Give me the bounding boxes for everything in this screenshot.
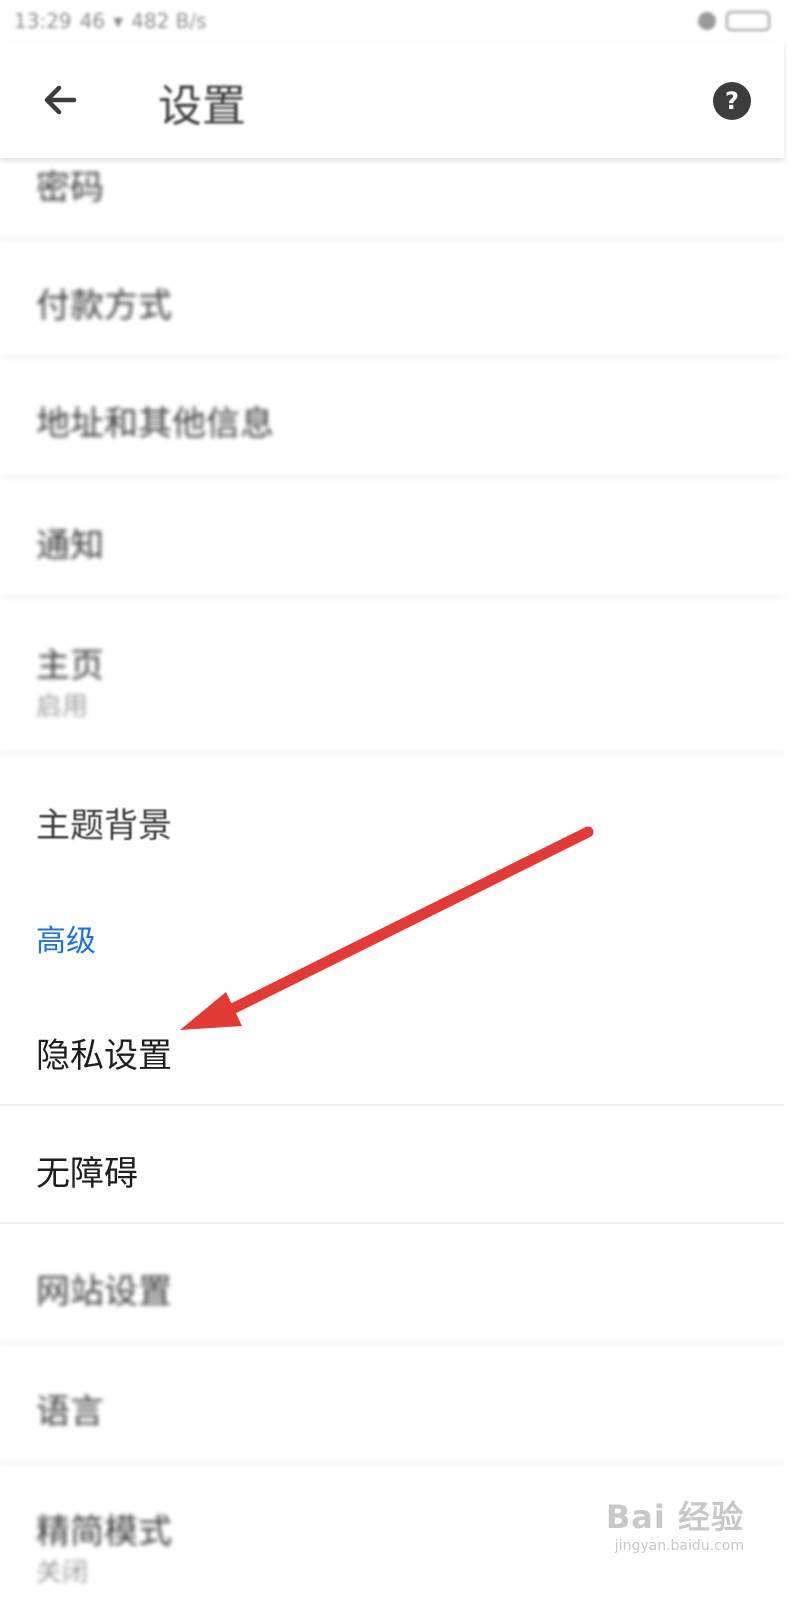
svg-text:?: ? <box>725 87 739 115</box>
arrow-left-icon <box>44 85 77 115</box>
section-header-advanced: 高级 <box>36 924 96 959</box>
settings-item-label: 无障碍 <box>36 1154 138 1194</box>
battery-icon <box>726 11 770 31</box>
settings-item-notifications[interactable]: 通知 <box>0 478 784 598</box>
settings-item-label: 主页 <box>36 646 104 686</box>
watermark: Bai 经验 jingyan.baidu.com <box>606 1492 744 1554</box>
status-time: 13:29 <box>14 9 72 33</box>
app-toolbar: 设置 ? <box>0 42 784 158</box>
status-network: 46 <box>79 9 106 33</box>
wifi-icon: ▾ <box>113 9 124 33</box>
settings-item-label: 密码 <box>36 168 104 208</box>
settings-item-label: 语言 <box>36 1392 104 1432</box>
settings-item-password[interactable]: 密码 <box>0 158 784 240</box>
settings-item-label: 精简模式 <box>36 1512 172 1552</box>
settings-item-label: 隐私设置 <box>36 1036 172 1076</box>
settings-item-status: 关闭 <box>36 1558 89 1588</box>
help-button[interactable]: ? <box>711 80 753 122</box>
settings-item-address[interactable]: 地址和其他信息 <box>0 358 784 478</box>
settings-item-label: 地址和其他信息 <box>36 404 274 444</box>
watermark-logo: Bai 经验 <box>605 1498 744 1536</box>
settings-item-payment[interactable]: 付款方式 <box>0 240 784 358</box>
settings-item-site-settings[interactable]: 网站设置 <box>0 1224 784 1344</box>
settings-item-homepage[interactable]: 主页 启用 <box>0 598 784 754</box>
settings-item-accessibility[interactable]: 无障碍 <box>0 1106 784 1224</box>
status-speed: 482 B/s <box>131 9 207 33</box>
back-button[interactable] <box>34 74 86 126</box>
watermark-url: jingyan.baidu.com <box>614 1538 744 1554</box>
settings-item-language[interactable]: 语言 <box>0 1344 784 1464</box>
settings-item-status: 启用 <box>36 692 89 722</box>
settings-item-label: 网站设置 <box>36 1272 172 1312</box>
alarm-icon <box>698 12 716 30</box>
settings-item-label: 通知 <box>36 526 104 566</box>
page-title: 设置 <box>158 81 246 132</box>
status-bar: 13:29 46 ▾ 482 B/s <box>0 0 784 42</box>
help-circle-icon: ? <box>713 82 751 120</box>
settings-item-label: 主题背景 <box>36 806 172 846</box>
settings-item-privacy[interactable]: 隐私设置 <box>0 988 784 1106</box>
settings-item-label: 付款方式 <box>36 286 172 326</box>
settings-item-theme[interactable]: 主题背景 <box>0 754 784 882</box>
